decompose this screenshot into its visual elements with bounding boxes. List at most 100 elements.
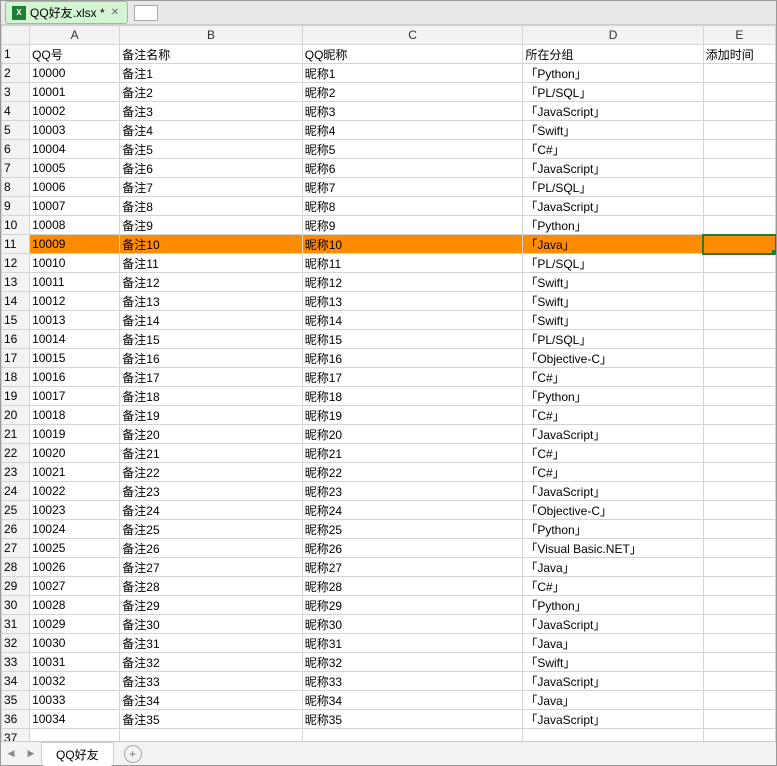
cell[interactable]: 10032 <box>30 672 120 691</box>
cell[interactable]: 昵称4 <box>302 121 523 140</box>
cell[interactable] <box>703 121 775 140</box>
cell[interactable]: QQ号 <box>30 45 120 64</box>
cell[interactable] <box>703 558 775 577</box>
cell[interactable] <box>703 330 775 349</box>
row-header[interactable]: 24 <box>2 482 30 501</box>
cell[interactable]: 10016 <box>30 368 120 387</box>
sheet-tab[interactable]: QQ好友 <box>41 742 114 766</box>
cell[interactable]: 备注15 <box>120 330 302 349</box>
cell[interactable]: 昵称9 <box>302 216 523 235</box>
cell[interactable]: 10006 <box>30 178 120 197</box>
cell[interactable]: 昵称30 <box>302 615 523 634</box>
row-header[interactable]: 27 <box>2 539 30 558</box>
cell[interactable] <box>703 273 775 292</box>
cell[interactable]: 昵称25 <box>302 520 523 539</box>
cell[interactable]: 10025 <box>30 539 120 558</box>
cell[interactable]: 所在分组 <box>523 45 703 64</box>
cell[interactable]: 备注30 <box>120 615 302 634</box>
cell[interactable]: 10033 <box>30 691 120 710</box>
cell[interactable]: 昵称32 <box>302 653 523 672</box>
sheet-nav-prev-icon[interactable]: ◀ <box>1 748 21 759</box>
cell[interactable]: 备注20 <box>120 425 302 444</box>
cell[interactable]: 10022 <box>30 482 120 501</box>
cell[interactable] <box>703 596 775 615</box>
cell[interactable]: 10027 <box>30 577 120 596</box>
cell[interactable]: 10009 <box>30 235 120 254</box>
row-header[interactable]: 4 <box>2 102 30 121</box>
cell[interactable]: 10021 <box>30 463 120 482</box>
cell[interactable]: 「PL/SQL」 <box>523 254 703 273</box>
row-header[interactable]: 5 <box>2 121 30 140</box>
cell[interactable]: 「JavaScript」 <box>523 482 703 501</box>
cell[interactable]: 昵称10 <box>302 235 523 254</box>
cell[interactable] <box>703 634 775 653</box>
sheet-nav-next-icon[interactable]: ▶ <box>21 748 41 759</box>
cell[interactable]: 「C#」 <box>523 577 703 596</box>
cell[interactable]: 备注名称 <box>120 45 302 64</box>
cell[interactable]: 昵称27 <box>302 558 523 577</box>
cell[interactable]: 「C#」 <box>523 368 703 387</box>
cell[interactable]: 10010 <box>30 254 120 273</box>
cell[interactable]: 「JavaScript」 <box>523 425 703 444</box>
cell[interactable]: 10030 <box>30 634 120 653</box>
cell[interactable]: 备注14 <box>120 311 302 330</box>
cell[interactable] <box>703 159 775 178</box>
cell[interactable]: 「PL/SQL」 <box>523 83 703 102</box>
cell[interactable]: 昵称2 <box>302 83 523 102</box>
cell[interactable] <box>703 729 775 742</box>
column-header-C[interactable]: C <box>302 26 523 45</box>
row-header[interactable]: 25 <box>2 501 30 520</box>
cell[interactable]: 10007 <box>30 197 120 216</box>
cell[interactable] <box>703 349 775 368</box>
cell[interactable]: 10014 <box>30 330 120 349</box>
cell[interactable]: 昵称26 <box>302 539 523 558</box>
cell[interactable]: 「JavaScript」 <box>523 710 703 729</box>
row-header[interactable]: 17 <box>2 349 30 368</box>
row-header[interactable]: 13 <box>2 273 30 292</box>
cell[interactable] <box>703 501 775 520</box>
cell[interactable]: 「Python」 <box>523 387 703 406</box>
cell[interactable]: 备注31 <box>120 634 302 653</box>
cell[interactable]: 昵称11 <box>302 254 523 273</box>
cell[interactable] <box>703 254 775 273</box>
cell[interactable]: 「C#」 <box>523 463 703 482</box>
column-header-D[interactable]: D <box>523 26 703 45</box>
cell[interactable] <box>703 102 775 121</box>
row-header[interactable]: 16 <box>2 330 30 349</box>
cell[interactable]: 昵称8 <box>302 197 523 216</box>
cell[interactable]: 昵称15 <box>302 330 523 349</box>
cell[interactable] <box>703 83 775 102</box>
cell[interactable]: 「JavaScript」 <box>523 197 703 216</box>
cell[interactable]: 10011 <box>30 273 120 292</box>
cell[interactable]: 备注5 <box>120 140 302 159</box>
cell[interactable]: 「Java」 <box>523 691 703 710</box>
cell[interactable]: 备注7 <box>120 178 302 197</box>
row-header[interactable]: 35 <box>2 691 30 710</box>
cell[interactable]: 10028 <box>30 596 120 615</box>
cell[interactable]: 备注11 <box>120 254 302 273</box>
cell[interactable]: 备注28 <box>120 577 302 596</box>
new-tab-button[interactable] <box>134 5 158 21</box>
row-header[interactable]: 33 <box>2 653 30 672</box>
cell[interactable]: 「JavaScript」 <box>523 159 703 178</box>
cell[interactable] <box>703 710 775 729</box>
cell[interactable]: 10005 <box>30 159 120 178</box>
row-header[interactable]: 29 <box>2 577 30 596</box>
cell[interactable] <box>703 577 775 596</box>
cell[interactable]: 「JavaScript」 <box>523 672 703 691</box>
cell[interactable]: 「Python」 <box>523 64 703 83</box>
cell[interactable]: 「Python」 <box>523 216 703 235</box>
cell[interactable]: 昵称22 <box>302 463 523 482</box>
row-header[interactable]: 26 <box>2 520 30 539</box>
cell[interactable] <box>703 539 775 558</box>
cell[interactable] <box>703 216 775 235</box>
cell[interactable] <box>302 729 523 742</box>
cell[interactable] <box>703 178 775 197</box>
row-header[interactable]: 18 <box>2 368 30 387</box>
cell[interactable]: 昵称18 <box>302 387 523 406</box>
cell[interactable]: 昵称35 <box>302 710 523 729</box>
cell[interactable]: 备注35 <box>120 710 302 729</box>
cell[interactable]: 「Java」 <box>523 634 703 653</box>
cell[interactable]: 备注13 <box>120 292 302 311</box>
row-header[interactable]: 8 <box>2 178 30 197</box>
